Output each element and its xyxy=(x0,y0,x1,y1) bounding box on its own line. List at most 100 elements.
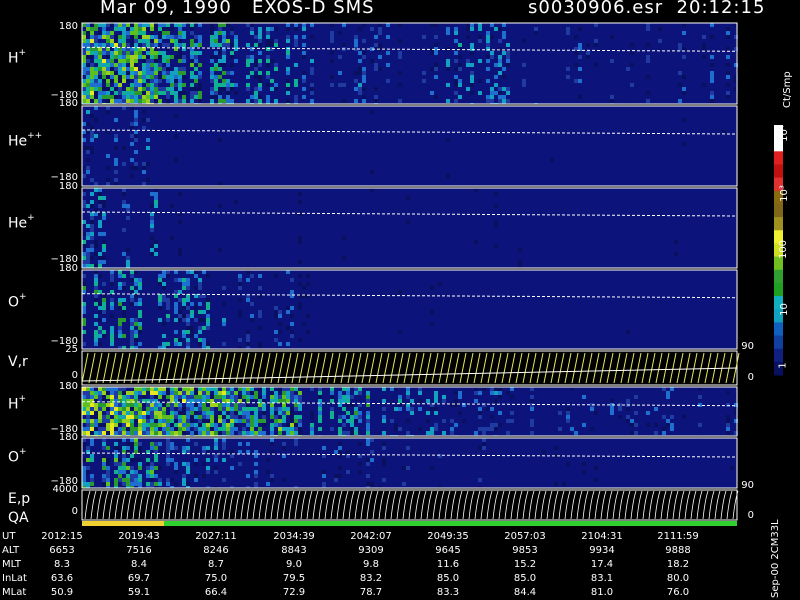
heat-cell xyxy=(122,310,126,314)
heat-cell xyxy=(210,419,214,423)
heat-cell xyxy=(214,470,218,474)
heat-cell xyxy=(254,450,258,454)
heat-cell xyxy=(242,387,246,391)
heat-cell xyxy=(222,419,226,423)
heat-cell xyxy=(406,407,410,411)
heat-cell xyxy=(254,67,258,71)
heat-cell xyxy=(258,419,262,423)
heat-cell xyxy=(266,55,270,59)
heat-cell xyxy=(334,450,338,454)
heat-cell xyxy=(198,278,202,282)
heat-cell xyxy=(486,67,490,71)
heat-cell xyxy=(118,318,122,322)
table-cell: 11.6 xyxy=(436,559,460,570)
heat-cell xyxy=(190,419,194,423)
heat-cell xyxy=(502,87,506,91)
heat-cell xyxy=(114,407,118,411)
heat-cell xyxy=(138,466,142,470)
heat-cell xyxy=(130,302,134,306)
heat-cell xyxy=(198,51,202,55)
heat-cell xyxy=(286,27,290,31)
heat-cell xyxy=(174,470,178,474)
heat-cell xyxy=(90,399,94,403)
heat-cell xyxy=(98,419,102,423)
heat-cell xyxy=(270,450,274,454)
heat-cell xyxy=(166,99,170,103)
heat-cell xyxy=(82,322,86,326)
heat-cell xyxy=(210,411,214,415)
heat-cell xyxy=(238,419,242,423)
heat-cell xyxy=(258,35,262,39)
heat-cell xyxy=(82,318,86,322)
heat-cell xyxy=(130,126,134,130)
heat-cell xyxy=(146,87,150,91)
heat-cell xyxy=(678,83,682,87)
heat-cell xyxy=(82,63,86,67)
heat-cell xyxy=(222,87,226,91)
heat-cell xyxy=(446,99,450,103)
heat-cell xyxy=(190,59,194,63)
heat-cell xyxy=(86,130,90,134)
heat-cell xyxy=(334,478,338,482)
heat-cell xyxy=(118,470,122,474)
heat-cell xyxy=(146,23,150,27)
heat-cell xyxy=(198,391,202,395)
heat-cell xyxy=(134,91,138,95)
heat-cell xyxy=(138,71,142,75)
heat-cell xyxy=(430,91,434,95)
heat-cell xyxy=(138,278,142,282)
heat-cell xyxy=(130,442,134,446)
heat-cell xyxy=(122,79,126,83)
heat-cell xyxy=(106,399,110,403)
heat-cell xyxy=(114,462,118,466)
heat-cell xyxy=(506,99,510,103)
heat-cell xyxy=(110,95,114,99)
heat-cell xyxy=(222,411,226,415)
heat-cell xyxy=(182,286,186,290)
heat-cell xyxy=(214,415,218,419)
heat-cell xyxy=(82,427,86,431)
heat-cell xyxy=(158,391,162,395)
heat-cell xyxy=(178,411,182,415)
heat-cell xyxy=(142,27,146,31)
heat-cell xyxy=(218,182,222,186)
heat-cell xyxy=(82,232,86,236)
heat-cell xyxy=(122,39,126,43)
heat-cell xyxy=(86,260,90,264)
heat-cell xyxy=(582,470,586,474)
heat-cell xyxy=(594,39,598,43)
table-cell: 79.5 xyxy=(282,573,306,584)
heat-cell xyxy=(150,423,154,427)
heat-cell xyxy=(166,395,170,399)
heat-cell xyxy=(310,99,314,103)
heat-cell xyxy=(278,342,282,346)
heat-cell xyxy=(154,79,158,83)
heat-cell xyxy=(82,91,86,95)
heat-cell xyxy=(138,99,142,103)
heat-cell xyxy=(86,399,90,403)
heat-cell xyxy=(110,79,114,83)
heat-cell xyxy=(250,27,254,31)
heat-cell xyxy=(114,51,118,55)
heat-cell xyxy=(106,63,110,67)
heat-cell xyxy=(294,438,298,442)
heat-cell xyxy=(222,59,226,63)
heat-cell xyxy=(146,178,150,182)
heat-cell xyxy=(150,67,154,71)
heat-cell xyxy=(102,27,106,31)
heat-cell xyxy=(82,474,86,478)
heat-cell xyxy=(282,395,286,399)
heat-cell xyxy=(138,482,142,486)
heat-cell xyxy=(94,342,98,346)
heat-cell xyxy=(126,71,130,75)
heat-cell xyxy=(138,314,142,318)
heat-cell xyxy=(106,431,110,435)
heat-cell xyxy=(90,212,94,216)
panel-label-qa: QA xyxy=(8,510,29,526)
heat-cell xyxy=(218,67,222,71)
heat-cell xyxy=(134,35,138,39)
heat-cell xyxy=(98,302,102,306)
heat-cell xyxy=(510,411,514,415)
heat-cell xyxy=(214,31,218,35)
heat-cell xyxy=(90,236,94,240)
